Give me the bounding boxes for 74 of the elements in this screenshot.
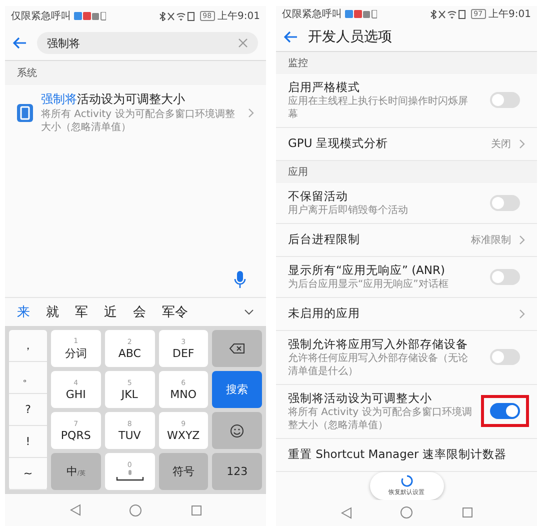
setting-title: 不保留活动 xyxy=(288,188,349,204)
microphone-icon[interactable] xyxy=(234,271,246,289)
symbol-key[interactable]: 。 xyxy=(9,362,47,394)
result-description: 将所有 Activity 设为可配合多窗口环境调整大小（忽略清单值） xyxy=(41,108,236,134)
section-header: 应用 xyxy=(287,166,309,180)
chevron-icon xyxy=(519,308,525,319)
notification-icons-drawing xyxy=(345,10,377,19)
setting-title: 重置 Shortcut Manager 速率限制计数器 xyxy=(288,447,508,462)
clear-icon[interactable] xyxy=(238,38,248,48)
setting-title: 显示所有“应用无响应” (ANR) xyxy=(288,262,446,278)
candidate-word[interactable]: 就 xyxy=(46,303,59,321)
candidate-word[interactable]: 会 xyxy=(133,303,146,321)
setting-value: 关闭 xyxy=(491,138,511,151)
recents-square-icon[interactable] xyxy=(462,507,473,518)
expand-caret-icon[interactable] xyxy=(244,309,254,315)
setting-description: 用户离开后即销毁每个活动 xyxy=(288,204,409,217)
recents-square-icon[interactable] xyxy=(190,504,202,516)
toggle-switch[interactable] xyxy=(490,403,520,420)
search-field[interactable]: 强制将 xyxy=(37,32,258,54)
setting-value: 标准限制 xyxy=(471,234,511,247)
carrier-text: 仅限紧急呼叫 xyxy=(11,10,71,23)
search-text: 强制将 xyxy=(47,36,81,50)
setting-title: 未启用的应用 xyxy=(288,306,361,322)
setting-title: 后台进程限制 xyxy=(288,232,361,248)
symbol-key[interactable]: ! xyxy=(9,426,47,458)
candidate-word[interactable]: 来 xyxy=(17,303,30,321)
emoji-key[interactable] xyxy=(212,412,262,449)
page-title: 开发人员选项 xyxy=(308,28,392,46)
system-icons-drawing xyxy=(158,12,197,20)
symbol-key[interactable]: ， xyxy=(9,330,47,362)
delete-key[interactable] xyxy=(212,330,262,367)
toggle-switch[interactable] xyxy=(490,92,520,108)
back-triangle-icon[interactable] xyxy=(69,504,82,516)
setting-title: 启用严格模式 xyxy=(288,80,361,95)
carrier-text: 仅限紧急呼叫 xyxy=(282,8,342,22)
reset-icon xyxy=(400,474,412,487)
symbol-key[interactable]: ~ xyxy=(9,458,47,490)
section-header: 系统 xyxy=(16,66,38,81)
candidate-word[interactable]: 近 xyxy=(104,303,117,321)
setting-title: GPU 呈现模式分析 xyxy=(288,136,389,152)
keyboard-key[interactable]: 123 xyxy=(212,453,262,490)
keyboard-key[interactable]: 符号 xyxy=(158,453,208,490)
setting-title: 强制允许将应用写入外部存储设备 xyxy=(288,336,469,352)
mic-space-icon xyxy=(116,470,144,482)
search-result[interactable]: 强制将活动设为可调整大小 将所有 Activity 设为可配合多窗口环境调整大小（忽略清单值） xyxy=(5,85,266,140)
symbol-key[interactable]: ? xyxy=(9,394,47,426)
setting-description: 允许将任何应用写入外部存储设备（无论清单值是什么） xyxy=(288,352,469,378)
setting-description: 应用在主线程上执行长时间操作时闪烁屏幕 xyxy=(288,94,469,121)
phone-icon xyxy=(17,104,33,122)
setting-description: 将所有 Activity 设为可配合多窗口环境调整大小（忽略清单值） xyxy=(288,406,473,432)
back-arrow-icon[interactable] xyxy=(13,37,27,49)
toggle-switch[interactable] xyxy=(490,268,520,285)
back-triangle-icon[interactable] xyxy=(340,506,352,519)
home-circle-icon[interactable] xyxy=(129,504,142,516)
chevron-icon xyxy=(519,138,525,149)
setting-description: 为后台应用显示“应用无响应”对话框 xyxy=(288,278,450,291)
search-key[interactable]: 搜索 xyxy=(212,371,262,408)
setting-title: 强制将活动设为可调整大小 xyxy=(288,390,433,406)
candidate-word[interactable]: 军令 xyxy=(162,303,188,321)
result-title: 强制将活动设为可调整大小 xyxy=(41,91,186,108)
notification-icons-drawing xyxy=(74,12,106,20)
clock-text: 上午9:01 xyxy=(218,10,260,23)
chevron-icon xyxy=(248,108,254,118)
clock-text: 上午9:01 xyxy=(488,8,531,22)
candidate-word[interactable]: 军 xyxy=(75,303,88,321)
chevron-icon xyxy=(519,234,525,245)
back-arrow-icon[interactable] xyxy=(284,30,298,43)
toggle-switch[interactable] xyxy=(490,194,520,211)
home-circle-icon[interactable] xyxy=(400,506,414,520)
smiley-icon xyxy=(230,424,244,438)
section-header: 监控 xyxy=(287,56,309,71)
system-icons-drawing xyxy=(430,10,468,19)
toggle-switch[interactable] xyxy=(490,349,520,366)
backspace-icon xyxy=(229,343,246,354)
